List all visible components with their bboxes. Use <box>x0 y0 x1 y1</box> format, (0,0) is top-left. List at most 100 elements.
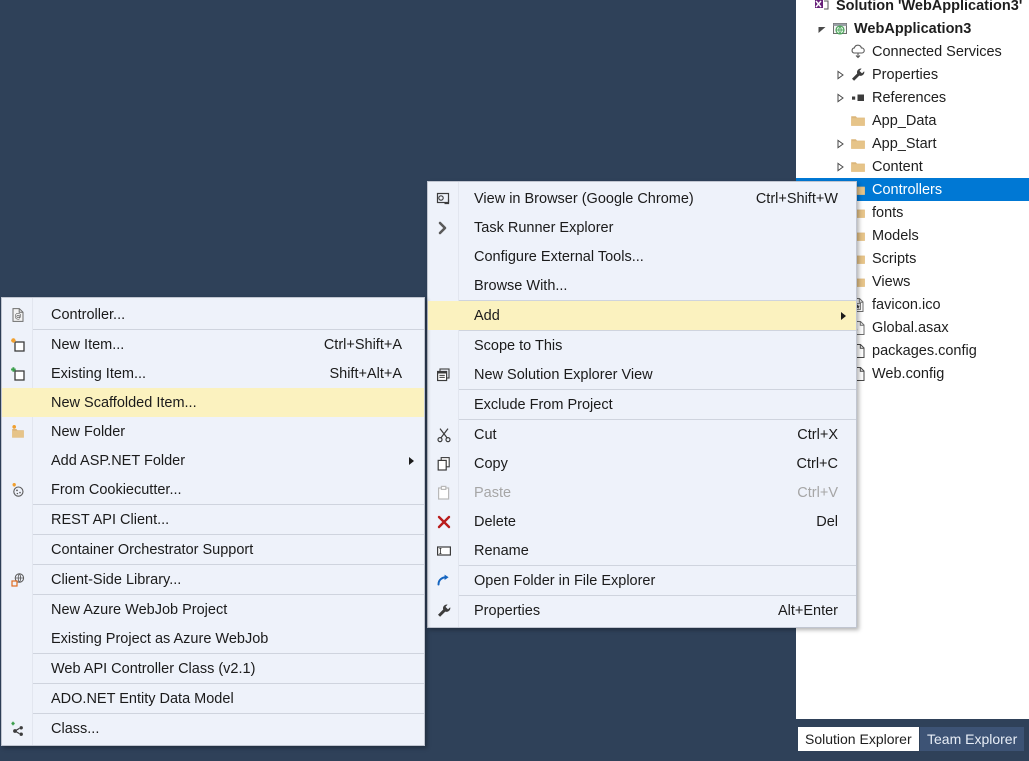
tree-item-webapplication3[interactable]: WebApplication3 <box>796 17 1029 40</box>
folder-icon <box>848 159 868 175</box>
solution-icon <box>814 0 830 14</box>
view-in-browser-icon <box>428 191 459 207</box>
menu-item-existing-project-as-azure-webjob[interactable]: Existing Project as Azure WebJob <box>2 624 424 653</box>
menu-item-scope-to-this[interactable]: Scope to This <box>428 331 856 360</box>
menu-item-new-folder[interactable]: New Folder <box>2 417 424 446</box>
menu-item-label: Cut <box>474 426 497 443</box>
class-icon <box>2 721 33 737</box>
menu-item-add-asp-net-folder[interactable]: Add ASP.NET Folder <box>2 446 424 475</box>
tree-item-label: Models <box>872 227 919 244</box>
delete-icon <box>436 514 452 530</box>
delete-icon <box>428 514 459 530</box>
copy-icon <box>428 456 459 472</box>
menu-item-delete[interactable]: Delete Del <box>428 507 856 536</box>
open-folder-icon <box>428 573 459 589</box>
tree-item-references[interactable]: References <box>796 86 1029 109</box>
solution-icon <box>812 0 832 14</box>
menu-item-open-folder-in-file-explorer[interactable]: Open Folder in File Explorer <box>428 566 856 595</box>
menu-item-label: Properties <box>474 602 541 619</box>
menu-item-shortcut: Ctrl+Shift+W <box>755 190 838 207</box>
client-side-library-icon <box>10 572 26 588</box>
wrench-icon <box>848 67 868 83</box>
menu-item-rename[interactable]: Rename <box>428 536 856 565</box>
menu-item-task-runner-explorer[interactable]: Task Runner Explorer <box>428 213 856 242</box>
twisty-expanded-icon[interactable] <box>814 24 830 34</box>
menu-item-cut[interactable]: Cut Ctrl+X <box>428 420 856 449</box>
menu-item-paste: Paste Ctrl+V <box>428 478 856 507</box>
menu-item-browse-with[interactable]: Browse With... <box>428 271 856 300</box>
menu-item-from-cookiecutter[interactable]: From Cookiecutter... <box>2 475 424 504</box>
menu-item-exclude-from-project[interactable]: Exclude From Project <box>428 390 856 419</box>
twisty-collapsed-icon[interactable] <box>832 138 848 149</box>
tree-item-label: Content <box>872 158 923 175</box>
twisty-collapsed-icon[interactable] <box>832 161 848 172</box>
menu-item-container-orchestrator-support[interactable]: Container Orchestrator Support <box>2 535 424 564</box>
tree-item-label: WebApplication3 <box>854 20 972 37</box>
menu-item-view-in-browser-google-chrome[interactable]: View in Browser (Google Chrome) Ctrl+Shif… <box>428 184 856 213</box>
menu-item-label: Paste <box>474 484 512 501</box>
properties-wrench-icon <box>428 603 459 619</box>
existing-item-icon <box>2 366 33 382</box>
client-side-library-icon <box>2 572 33 588</box>
web-project-icon <box>830 21 850 37</box>
folder-icon <box>850 113 866 129</box>
menu-item-web-api-controller-class-v2-1[interactable]: Web API Controller Class (v2.1) <box>2 654 424 683</box>
menu-item-shortcut: Ctrl+X <box>797 426 838 443</box>
tree-item-label: App_Start <box>872 135 937 152</box>
tree-item-app-data[interactable]: App_Data <box>796 109 1029 132</box>
folder-icon <box>848 136 868 152</box>
copy-icon <box>436 456 452 472</box>
menu-item-rest-api-client[interactable]: REST API Client... <box>2 505 424 534</box>
menu-item-controller[interactable]: @ Controller... <box>2 300 424 329</box>
menu-item-label: New Solution Explorer View <box>474 366 653 383</box>
menu-item-label: Client-Side Library... <box>51 571 182 588</box>
tree-item-connected-services[interactable]: Connected Services <box>796 40 1029 63</box>
cookiecutter-icon <box>10 482 26 498</box>
menu-item-client-side-library[interactable]: Client-Side Library... <box>2 565 424 594</box>
tab-team-explorer[interactable]: Team Explorer <box>920 727 1025 751</box>
menu-item-copy[interactable]: Copy Ctrl+C <box>428 449 856 478</box>
menu-item-label: New Azure WebJob Project <box>51 601 228 618</box>
menu-item-ado-net-entity-data-model[interactable]: ADO.NET Entity Data Model <box>2 684 424 713</box>
tab-solution-explorer[interactable]: Solution Explorer <box>798 727 919 751</box>
menu-item-existing-item[interactable]: Existing Item... Shift+Alt+A <box>2 359 424 388</box>
tree-item-label: Scripts <box>872 250 917 267</box>
new-solution-explorer-view-icon <box>428 367 459 383</box>
cookiecutter-icon <box>2 482 33 498</box>
paste-icon <box>428 485 459 501</box>
view-in-browser-icon <box>436 191 452 207</box>
twisty-collapsed-icon[interactable] <box>832 69 848 80</box>
wrench-icon <box>850 67 866 83</box>
project-context-menu[interactable]: View in Browser (Google Chrome) Ctrl+Shif… <box>427 181 857 628</box>
menu-item-configure-external-tools[interactable]: Configure External Tools... <box>428 242 856 271</box>
rename-icon <box>428 543 459 559</box>
tree-item-label: Connected Services <box>872 43 1002 60</box>
rename-icon <box>436 543 452 559</box>
menu-item-add[interactable]: Add <box>428 301 856 330</box>
menu-item-new-item[interactable]: New Item... Ctrl+Shift+A <box>2 330 424 359</box>
menu-item-new-scaffolded-item[interactable]: New Scaffolded Item... <box>2 388 424 417</box>
properties-wrench-icon <box>436 603 452 619</box>
menu-item-label: REST API Client... <box>51 511 170 528</box>
add-submenu[interactable]: @ Controller... New Item... Ctrl+Shift+A Exi… <box>1 297 425 746</box>
tree-item-content[interactable]: Content <box>796 155 1029 178</box>
menu-item-label: Class... <box>51 720 100 737</box>
new-folder-icon <box>2 424 33 440</box>
menu-item-label: Container Orchestrator Support <box>51 541 254 558</box>
submenu-arrow-icon <box>841 311 846 320</box>
connected-services-icon <box>848 44 868 60</box>
menu-item-new-solution-explorer-view[interactable]: New Solution Explorer View <box>428 360 856 389</box>
menu-item-shortcut: Ctrl+Shift+A <box>323 336 402 353</box>
menu-item-properties[interactable]: Properties Alt+Enter <box>428 596 856 625</box>
menu-item-shortcut: Ctrl+V <box>797 484 838 501</box>
tree-item-app-start[interactable]: App_Start <box>796 132 1029 155</box>
tree-item-properties[interactable]: Properties <box>796 63 1029 86</box>
menu-item-label: Add ASP.NET Folder <box>51 452 186 469</box>
folder-icon <box>850 136 866 152</box>
menu-item-new-azure-webjob-project[interactable]: New Azure WebJob Project <box>2 595 424 624</box>
menu-item-class[interactable]: Class... <box>2 714 424 743</box>
tree-item-solution-webapplication3-1[interactable]: Solution 'WebApplication3' (1 <box>796 0 1029 17</box>
twisty-collapsed-icon[interactable] <box>832 92 848 103</box>
folder-icon <box>848 113 868 129</box>
submenu-arrow-icon <box>409 456 414 465</box>
